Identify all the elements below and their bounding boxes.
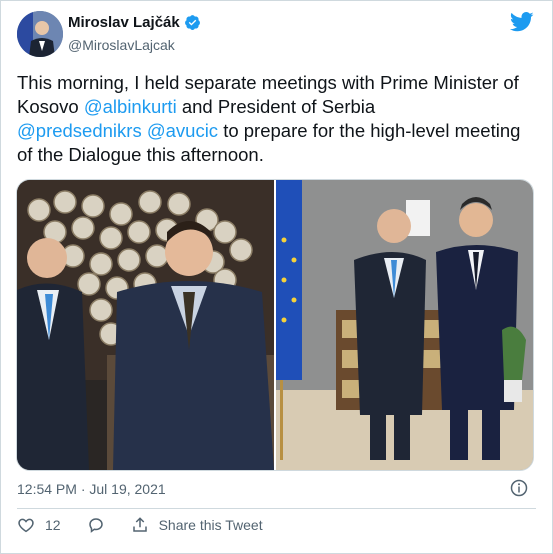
mention-link[interactable]: @avucic [147,120,218,141]
share-icon [132,517,147,532]
reply-button[interactable] [87,516,105,534]
tweet-text: This morning, I held separate meetings w… [17,71,537,167]
mention-link[interactable]: @albinkurti [84,96,177,117]
tweet-card[interactable]: Miroslav Lajčák @MiroslavLajcak This mor… [0,0,553,554]
tweet-media[interactable] [16,179,534,471]
action-bar: 12 Share this Tweet [17,516,263,534]
heart-icon [18,518,34,533]
verified-badge-icon [184,15,200,31]
share-label: Share this Tweet [158,517,263,533]
photo-right[interactable] [276,180,533,470]
like-button[interactable]: 12 [17,516,61,534]
mention-link[interactable]: @predsednikrs [17,120,142,141]
info-icon[interactable] [510,479,528,497]
like-count: 12 [45,517,61,533]
avatar[interactable] [17,11,63,57]
share-button[interactable]: Share this Tweet [131,516,263,534]
photo-left[interactable] [17,180,274,470]
author-name-row[interactable]: Miroslav Lajčák [68,14,201,31]
twitter-bird-icon[interactable] [510,12,534,32]
author-handle[interactable]: @MiroslavLajcak [68,37,175,53]
tweet-timestamp[interactable]: 12:54 PM · Jul 19, 2021 [17,481,166,497]
reply-icon [88,518,103,533]
tweet-text-segment: and President of Serbia [176,96,376,117]
author-name[interactable]: Miroslav Lajčák [68,14,180,31]
divider [17,508,536,509]
